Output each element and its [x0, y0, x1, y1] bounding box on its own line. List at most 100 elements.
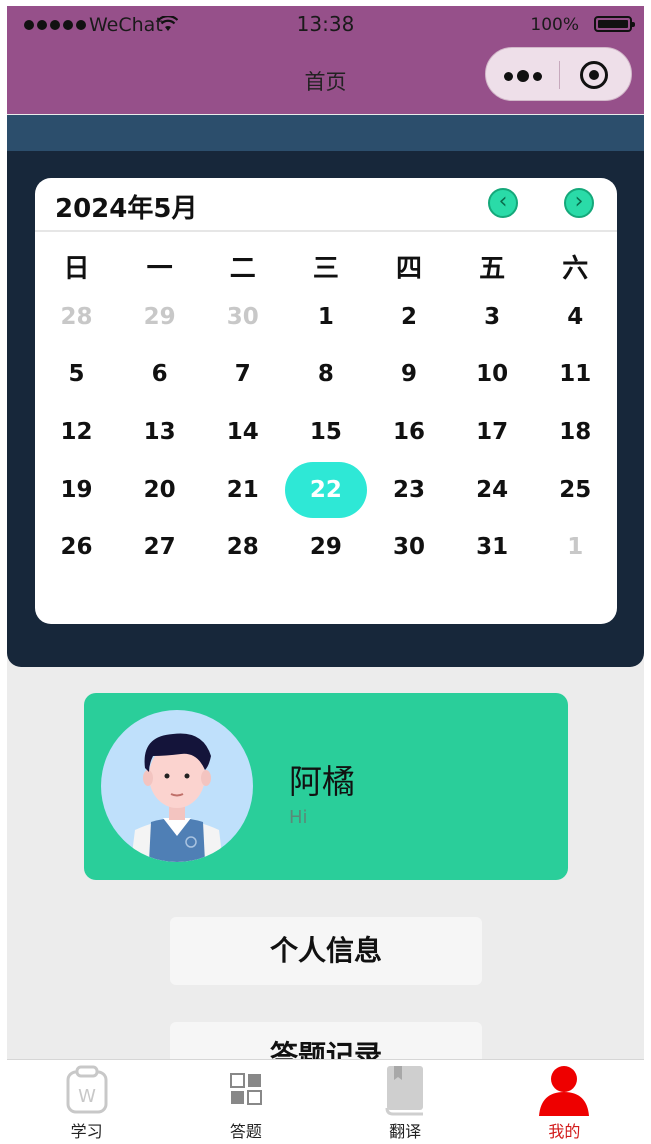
- calendar-day-number: 1: [567, 534, 584, 561]
- calendar-day-number: 19: [60, 476, 93, 503]
- calendar-day[interactable]: 29: [118, 288, 201, 346]
- calendar-day[interactable]: 1: [284, 288, 367, 346]
- chevron-right-icon: ›: [574, 189, 584, 214]
- capsule-divider: [559, 61, 560, 89]
- calendar-day[interactable]: 8: [284, 346, 367, 404]
- tab-translate[interactable]: 翻译: [326, 1060, 485, 1140]
- calendar-day-number: 12: [60, 418, 93, 445]
- calendar-day[interactable]: 28: [35, 288, 118, 346]
- calendar-day[interactable]: 6: [118, 346, 201, 404]
- calendar-day[interactable]: 30: [368, 518, 451, 576]
- svg-text:W: W: [78, 1086, 96, 1107]
- book-icon: [385, 1066, 424, 1116]
- calendar-day[interactable]: 9: [368, 346, 451, 404]
- tab-label: 翻译: [389, 1122, 422, 1140]
- calendar-day[interactable]: 25: [534, 461, 617, 519]
- tab-study[interactable]: W 学习: [7, 1060, 166, 1140]
- app-frame: WeChat 13:38 100% 首页 2024年5月 ‹ › 日 一 二 三: [7, 6, 644, 1140]
- calendar-day[interactable]: 15: [284, 403, 367, 461]
- calendar-day-number: 15: [309, 418, 342, 445]
- calendar-day[interactable]: 21: [201, 461, 284, 519]
- mini-program-capsule: [485, 47, 632, 101]
- tab-label: 我的: [548, 1122, 581, 1140]
- calendar-day-number: 30: [393, 534, 426, 561]
- weekday-header: 日 一 二 三 四 五 六: [35, 248, 617, 285]
- calendar-month-title: 2024年5月: [55, 194, 198, 224]
- profile-card[interactable]: 阿橘 Hi: [84, 693, 568, 880]
- weekday-label: 日: [63, 254, 90, 284]
- weekday-label: 五: [479, 254, 506, 284]
- calendar-day[interactable]: 12: [35, 403, 118, 461]
- calendar-day[interactable]: 31: [451, 518, 534, 576]
- profile-name: 阿橘: [289, 762, 355, 801]
- calendar-day-number: 26: [60, 534, 93, 561]
- calendar-day-number: 6: [151, 361, 168, 388]
- calendar-day[interactable]: 30: [201, 288, 284, 346]
- tab-quiz[interactable]: 答题: [166, 1060, 325, 1140]
- calendar-day-number: 28: [226, 534, 259, 561]
- calendar-day-number: 13: [143, 418, 176, 445]
- calendar-day-number: 4: [567, 303, 584, 330]
- calendar-day[interactable]: 18: [534, 403, 617, 461]
- calendar-day-number: 23: [393, 476, 426, 503]
- tab-label: 学习: [70, 1122, 103, 1140]
- calendar-day-number: 20: [143, 476, 176, 503]
- calendar-day-number: 3: [484, 303, 501, 330]
- calendar-days-grid: 28 29 30 1 2 3 4 5 6 7 8 9 10 11 12 13 14 15 16 17 18 19 20 21 2…: [35, 288, 617, 576]
- weekday-label: 一: [146, 254, 173, 284]
- prev-month-button[interactable]: ‹: [488, 188, 518, 218]
- calendar-divider: [35, 230, 617, 232]
- calendar-day-number: 24: [476, 476, 509, 503]
- calendar-day-number: 5: [68, 361, 85, 388]
- calendar-day-selected[interactable]: 22: [284, 461, 367, 519]
- calendar-day-number: 2: [401, 303, 418, 330]
- study-icon: W: [66, 1065, 108, 1114]
- grid-icon: [229, 1073, 262, 1105]
- calendar-day-number: 8: [317, 361, 334, 388]
- calendar-day[interactable]: 7: [201, 346, 284, 404]
- tab-bar: W 学习 答题 翻译 我的: [7, 1059, 644, 1140]
- avatar-illustration-icon: [131, 733, 223, 862]
- calendar-day[interactable]: 11: [534, 346, 617, 404]
- calendar-day[interactable]: 17: [451, 403, 534, 461]
- personal-info-button[interactable]: 个人信息: [170, 917, 482, 985]
- calendar-day[interactable]: 16: [368, 403, 451, 461]
- tab-profile[interactable]: 我的: [485, 1060, 644, 1140]
- calendar-day[interactable]: 14: [201, 403, 284, 461]
- calendar-day[interactable]: 29: [284, 518, 367, 576]
- calendar-day-number: 14: [226, 418, 259, 445]
- calendar-day[interactable]: 24: [451, 461, 534, 519]
- calendar-day[interactable]: 23: [368, 461, 451, 519]
- calendar-day-number: 7: [234, 361, 251, 388]
- calendar-day-number: 31: [476, 534, 509, 561]
- calendar-day-number: 28: [60, 303, 93, 330]
- calendar-day-number: 9: [401, 361, 418, 388]
- calendar-day[interactable]: 20: [118, 461, 201, 519]
- weekday-label: 六: [562, 254, 589, 284]
- profile-greeting: Hi: [289, 807, 308, 828]
- calendar-day[interactable]: 5: [35, 346, 118, 404]
- calendar-day[interactable]: 19: [35, 461, 118, 519]
- calendar-day[interactable]: 13: [118, 403, 201, 461]
- calendar-day[interactable]: 28: [201, 518, 284, 576]
- calendar-day-number: 11: [559, 361, 592, 388]
- calendar-day-number: 21: [226, 476, 259, 503]
- calendar-day-number: 18: [559, 418, 592, 445]
- calendar-day[interactable]: 10: [451, 346, 534, 404]
- calendar-day[interactable]: 1: [534, 518, 617, 576]
- battery-percent: 100%: [530, 15, 579, 35]
- tab-label: 答题: [229, 1122, 262, 1140]
- calendar-day[interactable]: 26: [35, 518, 118, 576]
- calendar-day[interactable]: 4: [534, 288, 617, 346]
- status-bar: WeChat 13:38 100%: [7, 6, 644, 44]
- more-icon[interactable]: [504, 70, 542, 82]
- avatar[interactable]: [101, 710, 253, 862]
- calendar-day-number: 1: [317, 303, 334, 330]
- next-month-button[interactable]: ›: [564, 188, 594, 218]
- calendar-day[interactable]: 27: [118, 518, 201, 576]
- calendar-day[interactable]: 2: [368, 288, 451, 346]
- calendar-day[interactable]: 3: [451, 288, 534, 346]
- close-target-icon[interactable]: [580, 61, 608, 89]
- calendar-day-number: 30: [226, 303, 259, 330]
- calendar-card: 2024年5月 ‹ › 日 一 二 三 四 五 六 28 29 30 1 2 3 4 5 6 7 8…: [35, 178, 617, 624]
